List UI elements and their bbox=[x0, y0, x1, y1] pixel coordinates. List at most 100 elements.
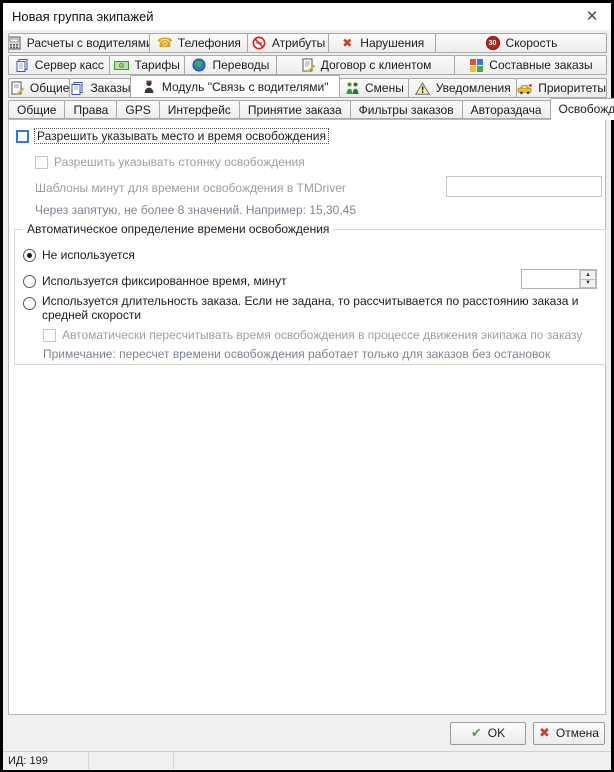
money-icon bbox=[114, 58, 130, 73]
tab-row-3: Общие Заказы Модуль "Связь с водителями"… bbox=[3, 75, 611, 98]
window-title: Новая группа экипажей bbox=[3, 9, 573, 24]
globe-icon bbox=[191, 58, 207, 73]
tab-avtorazdacha[interactable]: Автораздача bbox=[462, 100, 551, 119]
tab-smeny[interactable]: Смены bbox=[339, 78, 410, 98]
document-pen-icon bbox=[9, 81, 25, 96]
orders-pages-icon bbox=[69, 81, 85, 96]
order-duration-radio[interactable] bbox=[23, 297, 36, 310]
title-bar: Новая группа экипажей × bbox=[3, 3, 611, 30]
status-segment-2 bbox=[89, 752, 174, 770]
tab-row-1: Расчеты с водителями ☎ Телефония Атрибут… bbox=[3, 30, 611, 53]
tab-prava[interactable]: Права bbox=[64, 100, 117, 119]
tab-label: Тарифы bbox=[135, 58, 180, 72]
tab-server-kass[interactable]: Сервер касс bbox=[8, 55, 110, 75]
fixed-time-label: Используется фиксированное время, минут bbox=[42, 274, 287, 288]
tab-narusheniya[interactable]: ✖ Нарушения bbox=[328, 33, 436, 53]
tab-label: Общие bbox=[17, 103, 56, 117]
calculator-icon bbox=[8, 36, 22, 51]
cancel-button-label: Отмена bbox=[556, 726, 599, 740]
tab-label: Переводы bbox=[212, 58, 269, 72]
tab-obshchie-inner[interactable]: Общие bbox=[8, 100, 65, 119]
tab-atributy[interactable]: Атрибуты bbox=[247, 33, 328, 53]
auto-recalc-label: Автоматически пересчитывать время освобо… bbox=[62, 328, 582, 342]
fixed-time-radio[interactable] bbox=[23, 275, 36, 288]
ok-button-label: OK bbox=[488, 726, 505, 740]
not-used-radio[interactable] bbox=[23, 249, 36, 262]
auto-release-group-title: Автоматическое определение времени освоб… bbox=[23, 222, 333, 236]
tab-tarify[interactable]: Тарифы bbox=[109, 55, 185, 75]
radio-row-order-duration: Используется длительность заказа. Если н… bbox=[23, 294, 588, 322]
warning-icon bbox=[415, 81, 431, 96]
checkbox-row-auto-recalc: Автоматически пересчитывать время освобо… bbox=[43, 328, 582, 342]
recalc-note: Примечание: пересчет времени освобождени… bbox=[43, 347, 550, 361]
tab-label: Фильтры заказов bbox=[359, 103, 454, 117]
shifts-people-icon bbox=[344, 81, 360, 96]
status-bar: ИД: 199 bbox=[3, 751, 611, 770]
tab-page-osvobozhdenie: Разрешить указывать место и время освобо… bbox=[8, 119, 606, 715]
taxi-icon bbox=[517, 81, 533, 96]
tab-perevody[interactable]: Переводы bbox=[184, 55, 277, 75]
tab-sostavnye-zakazy[interactable]: Составные заказы bbox=[454, 55, 607, 75]
composite-orders-icon bbox=[468, 58, 484, 73]
tab-label: Атрибуты bbox=[272, 36, 325, 50]
cancel-button[interactable]: ✖ Отмена bbox=[533, 722, 605, 745]
tab-prioritety[interactable]: Приоритеты bbox=[516, 78, 607, 98]
tab-prinyatie-zakaza[interactable]: Принятие заказа bbox=[239, 100, 351, 119]
allow-parking-checkbox[interactable] bbox=[35, 156, 48, 169]
fixed-time-spinner: ▲ ▼ bbox=[521, 269, 597, 289]
tab-raschety-s-voditelyami[interactable]: Расчеты с водителями bbox=[8, 33, 150, 53]
checkbox-row-allow-parking: Разрешить указывать стоянку освобождения bbox=[35, 155, 305, 169]
tab-row-4: Общие Права GPS Интерфейс Принятие заказ… bbox=[3, 98, 611, 119]
tab-label: Уведомления bbox=[436, 81, 511, 95]
tab-label: Приоритеты bbox=[538, 81, 606, 95]
tab-row-2: Сервер касс Тарифы Переводы Договор с кл… bbox=[3, 53, 611, 75]
tab-filtry-zakazov[interactable]: Фильтры заказов bbox=[350, 100, 463, 119]
check-icon: ✔ bbox=[471, 725, 482, 741]
tab-label: Интерфейс bbox=[168, 103, 231, 117]
cash-server-pages-icon bbox=[14, 58, 30, 73]
auto-release-groupbox: Автоматическое определение времени освоб… bbox=[14, 229, 606, 365]
tab-label: Заказы bbox=[90, 81, 130, 95]
screenshot-frame: Новая группа экипажей × Расчеты с водите… bbox=[0, 0, 614, 772]
order-duration-label: Используется длительность заказа. Если н… bbox=[42, 294, 588, 322]
templates-label: Шаблоны минут для времени освобождения в… bbox=[35, 181, 346, 195]
tab-label: Расчеты с водителями bbox=[27, 36, 151, 50]
allow-parking-label: Разрешить указывать стоянку освобождения bbox=[54, 155, 305, 169]
tab-telefoniya[interactable]: ☎ Телефония bbox=[149, 33, 248, 53]
speed-limit-30-icon: 30 bbox=[485, 36, 501, 51]
allow-place-time-label: Разрешить указывать место и время освобо… bbox=[35, 129, 328, 143]
tab-dogovor-s-klientom[interactable]: Договор с клиентом bbox=[276, 55, 455, 75]
templates-minutes-input[interactable] bbox=[446, 176, 602, 197]
tab-label: Смены bbox=[365, 81, 404, 95]
driver-link-person-icon bbox=[141, 79, 157, 94]
tab-label: Освобождение bbox=[559, 102, 614, 116]
contract-icon bbox=[300, 58, 316, 73]
fixed-time-input[interactable] bbox=[522, 270, 579, 288]
tab-label: Составные заказы bbox=[489, 58, 592, 72]
tab-modul-svyaz-s-voditelyami[interactable]: Модуль "Связь с водителями" bbox=[130, 75, 340, 98]
tab-uvedomleniya[interactable]: Уведомления bbox=[408, 78, 517, 98]
spinner-buttons: ▲ ▼ bbox=[579, 270, 596, 288]
tab-label: GPS bbox=[125, 103, 150, 117]
tab-osvobozhdenie[interactable]: Освобождение bbox=[550, 98, 614, 120]
auto-recalc-checkbox[interactable] bbox=[43, 329, 56, 342]
cross-icon: ✖ bbox=[539, 725, 550, 741]
tab-skorost[interactable]: 30 Скорость bbox=[435, 33, 607, 53]
spinner-down-icon[interactable]: ▼ bbox=[580, 279, 596, 289]
violations-cross-icon: ✖ bbox=[339, 36, 355, 51]
ok-button[interactable]: ✔ OK bbox=[450, 722, 526, 745]
tab-label: Сервер касс bbox=[35, 58, 104, 72]
tab-gps[interactable]: GPS bbox=[116, 100, 159, 119]
tab-label: Автораздача bbox=[471, 103, 542, 117]
close-icon[interactable]: × bbox=[573, 3, 611, 30]
tab-interfeys[interactable]: Интерфейс bbox=[159, 100, 240, 119]
no-smoking-icon bbox=[251, 36, 267, 51]
tab-label: Скорость bbox=[506, 36, 558, 50]
tab-zakazy[interactable]: Заказы bbox=[69, 78, 130, 98]
radio-row-not-used: Не используется bbox=[23, 248, 135, 262]
tab-obshchie-outer[interactable]: Общие bbox=[8, 78, 70, 98]
radio-row-fixed-time: Используется фиксированное время, минут bbox=[23, 274, 287, 288]
tab-label: Договор с клиентом bbox=[321, 58, 432, 72]
allow-place-time-checkbox[interactable] bbox=[16, 130, 29, 143]
tab-label: Общие bbox=[30, 81, 69, 95]
